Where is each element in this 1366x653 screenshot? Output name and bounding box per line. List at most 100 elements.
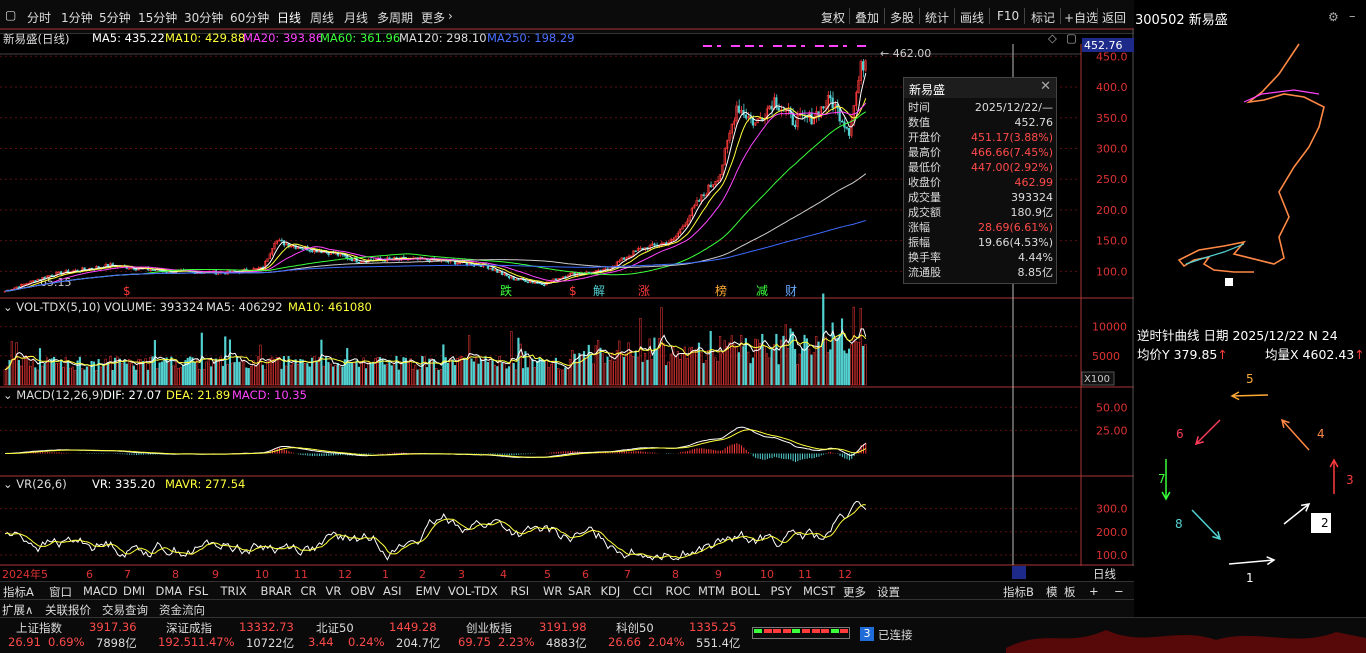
expand-icon[interactable]: ▢ xyxy=(1066,31,1077,45)
indicator-tab-设置[interactable]: 设置 xyxy=(877,584,900,600)
volume-bar xyxy=(477,363,480,386)
indicator-tab-RSI[interactable]: RSI xyxy=(511,584,530,598)
volume-bar xyxy=(559,369,562,386)
volume-bar xyxy=(552,360,555,386)
indicator-tab-KDJ[interactable]: KDJ xyxy=(601,584,621,598)
date-tick: 8 xyxy=(672,568,679,581)
indicator-tab-SAR[interactable]: SAR xyxy=(568,584,591,598)
indicator-tab-ASI[interactable]: ASI xyxy=(383,584,402,598)
indicator-tab-TRIX[interactable]: TRIX xyxy=(221,584,247,598)
indicator-tab-DMI[interactable]: DMI xyxy=(123,584,145,598)
candle-body xyxy=(709,184,712,188)
indicator-tab-VOL-TDX[interactable]: VOL-TDX xyxy=(448,584,498,598)
indicator-tab-MTM[interactable]: MTM xyxy=(698,584,725,598)
indicator-tab-BOLL[interactable]: BOLL xyxy=(731,584,761,598)
info-row: 流通股 8.85亿 xyxy=(904,265,1056,280)
volume-bar xyxy=(95,370,98,386)
volume-bar xyxy=(751,357,754,386)
indicator-tab-MCST[interactable]: MCST xyxy=(803,584,835,598)
ccw-avg-vol: 均量X 4602.43↑ xyxy=(1265,344,1365,363)
volume-bar xyxy=(315,360,318,386)
minimize-icon[interactable]: – xyxy=(1349,9,1356,24)
direction-arrow xyxy=(1228,559,1275,565)
indicator-tab-BRAR[interactable]: BRAR xyxy=(261,584,292,598)
indicator-tab-DMA[interactable]: DMA xyxy=(156,584,183,598)
volume-bar xyxy=(167,362,171,386)
volume-bar xyxy=(104,358,107,386)
volume-bar xyxy=(475,357,478,386)
volume-bar xyxy=(775,333,778,386)
indicator-tab-FSL[interactable]: FSL xyxy=(188,584,208,598)
direction-arrow xyxy=(1231,394,1269,397)
volume-bar xyxy=(862,345,865,386)
volume-bar xyxy=(702,363,705,386)
volume-bar xyxy=(285,365,288,386)
arrow-number: 5 xyxy=(1246,372,1254,386)
extension-tab-1[interactable]: 关联报价 xyxy=(45,602,91,618)
indicator-tab-WR[interactable]: WR xyxy=(543,584,562,598)
volume-bar xyxy=(655,349,658,386)
index-value: 13332.73 xyxy=(239,620,294,634)
indicator-tab-VR[interactable]: VR xyxy=(326,584,342,598)
candle-body xyxy=(165,271,168,274)
close-icon[interactable]: ✕ xyxy=(1040,79,1051,94)
candle-body xyxy=(862,61,865,71)
date-tick: 10 xyxy=(760,568,774,581)
gear-icon[interactable]: ⚙ xyxy=(1328,10,1339,24)
indicator-tab-OBV[interactable]: OBV xyxy=(351,584,375,598)
candle-body xyxy=(840,120,844,123)
info-label: 数值 xyxy=(908,116,930,129)
date-tick: 8 xyxy=(172,568,179,581)
volume-bar xyxy=(847,348,851,386)
extension-tab-3[interactable]: 资金流向 xyxy=(159,602,205,618)
volume-bar xyxy=(805,338,808,386)
extension-tab-0[interactable]: 扩展∧ xyxy=(2,602,33,618)
volume-bar xyxy=(121,363,124,386)
meter-cell xyxy=(811,629,820,633)
indicator-right-3[interactable]: + xyxy=(1089,584,1099,598)
indicator-tab-指标A[interactable]: 指标A xyxy=(3,584,34,600)
volume-bar xyxy=(777,364,780,386)
volume-bar xyxy=(196,359,199,386)
indicator-tab-CCI[interactable]: CCI xyxy=(633,584,652,598)
extension-tab-2[interactable]: 交易查询 xyxy=(102,602,148,618)
volume-bar xyxy=(514,369,518,386)
volume-bar xyxy=(486,362,489,386)
volume-bar xyxy=(99,366,103,386)
indicator-tab-更多[interactable]: 更多 xyxy=(843,584,866,600)
indicator-tab-CR[interactable]: CR xyxy=(301,584,317,598)
volume-bar xyxy=(719,335,722,386)
indicator-tab-ROC[interactable]: ROC xyxy=(666,584,691,598)
arrow-up-icon: ↑ xyxy=(1354,347,1365,362)
volume-bar xyxy=(146,369,149,386)
volume-bar xyxy=(205,361,208,386)
volume-bar xyxy=(772,344,776,386)
volume-bar xyxy=(76,360,79,386)
volume-bar xyxy=(808,348,811,386)
diamond-icon[interactable]: ◇ xyxy=(1048,31,1057,45)
event-marker: 减 xyxy=(756,284,768,298)
volume-bar xyxy=(57,362,60,386)
volume-bar xyxy=(864,344,867,386)
indicator-right-1[interactable]: 模 xyxy=(1046,584,1058,600)
candle-body xyxy=(83,267,86,270)
indicator-right-2[interactable]: 板 xyxy=(1064,584,1076,600)
signal-band xyxy=(703,45,712,47)
signal-band xyxy=(857,45,866,47)
candle-body xyxy=(22,283,25,286)
volume-bar xyxy=(533,367,536,386)
volume-bar xyxy=(371,361,375,386)
info-value: 8.85亿 xyxy=(1017,266,1054,279)
indicator-right-0[interactable]: 指标B xyxy=(1003,584,1034,600)
date-tick: 5 xyxy=(544,568,551,581)
volume-bar xyxy=(411,368,414,386)
volume-bar xyxy=(634,351,637,386)
indicator-tab-MACD[interactable]: MACD xyxy=(83,584,117,598)
volume-bar xyxy=(118,358,121,386)
indicator-right-4[interactable]: − xyxy=(1114,584,1124,598)
indicator-tab-窗口[interactable]: 窗口 xyxy=(49,584,72,600)
signal-band xyxy=(773,45,782,47)
candle-body xyxy=(507,275,511,279)
indicator-tab-PSY[interactable]: PSY xyxy=(771,584,792,598)
indicator-tab-EMV[interactable]: EMV xyxy=(416,584,441,598)
